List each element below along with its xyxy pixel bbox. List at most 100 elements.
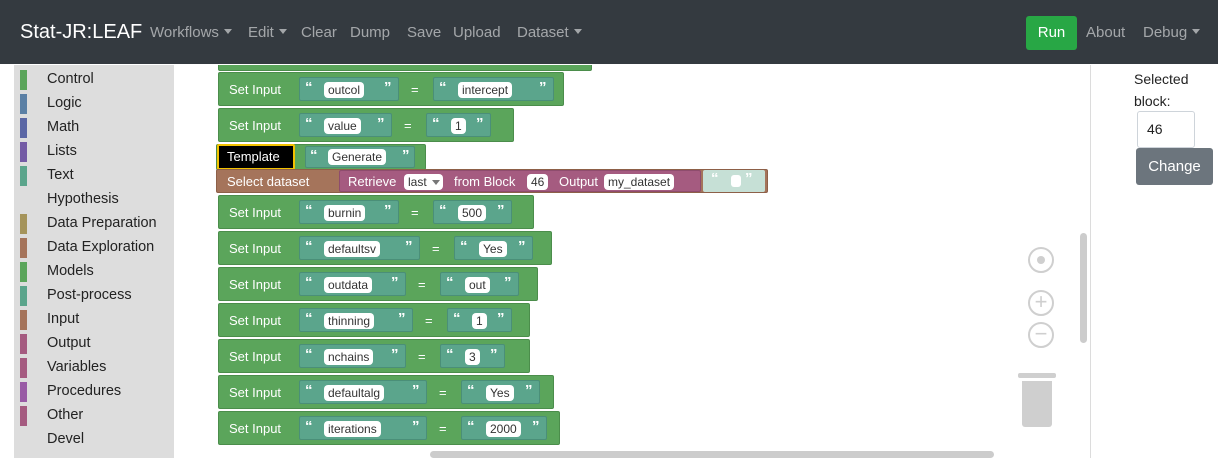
input-key-block[interactable]: “ outdata ”	[299, 272, 406, 296]
input-value-field[interactable]: Yes	[486, 385, 514, 401]
input-key-field[interactable]: outcol	[324, 82, 365, 98]
equals-sign: =	[432, 241, 440, 256]
dataset-menu[interactable]: Dataset	[517, 24, 582, 41]
category-label: Text	[47, 167, 74, 183]
empty-text-field[interactable]	[731, 175, 741, 187]
input-value-block[interactable]: “ 1 ”	[426, 113, 491, 137]
toolbox-category[interactable]: Math	[20, 116, 174, 140]
toolbox-category[interactable]: Devel	[20, 428, 174, 452]
brand-title[interactable]: Stat-JR:LEAF	[20, 21, 142, 44]
blockly-workspace[interactable]: Set Input “ iterations ” = “ 2000 ” Set Input “ de…	[174, 65, 1091, 458]
toolbox-category[interactable]: Control	[20, 68, 174, 92]
select-dataset-block[interactable]: Select dataset Retrieve last from Block …	[216, 169, 768, 193]
input-key-block[interactable]: “ defaultsv ”	[299, 236, 420, 260]
input-key-block[interactable]: “ value ”	[299, 113, 392, 137]
close-quote-icon: ”	[405, 238, 413, 255]
debug-menu[interactable]: Debug	[1143, 24, 1200, 41]
set-input-block[interactable]: Set Input “ defaultsv ” = “ Yes ”	[218, 231, 552, 265]
input-value-field[interactable]: Yes	[479, 241, 507, 257]
clear-menu-item[interactable]: Clear	[301, 24, 337, 41]
equals-sign: =	[411, 205, 419, 220]
input-value-field[interactable]: intercept	[458, 82, 513, 98]
zoom-in-icon[interactable]: +	[1028, 290, 1054, 316]
toolbox-category[interactable]: Output	[20, 332, 174, 356]
toolbox-category[interactable]: Other	[20, 404, 174, 428]
horizontal-scrollbar[interactable]	[430, 451, 994, 458]
input-key-field[interactable]: iterations	[324, 421, 381, 437]
input-value-field[interactable]: 3	[465, 349, 480, 365]
input-value-block[interactable]: “ 500 ”	[433, 200, 512, 224]
change-button[interactable]: Change	[1136, 148, 1213, 185]
close-quote-icon: ”	[398, 310, 406, 327]
input-value-field[interactable]: 2000	[486, 421, 521, 437]
input-value-block[interactable]: “ 3 ”	[440, 344, 505, 368]
toolbox-category[interactable]: Post-process	[20, 284, 174, 308]
set-input-block[interactable]: Set Input “ burnin ” = “ 500 ”	[218, 195, 534, 229]
toolbox-category[interactable]: Hypothesis	[20, 188, 174, 212]
save-menu-item[interactable]: Save	[407, 24, 441, 41]
vertical-scrollbar[interactable]	[1080, 233, 1087, 343]
input-value-block[interactable]: “ 1 ”	[447, 308, 512, 332]
toolbox-category[interactable]: Procedures	[20, 380, 174, 404]
input-key-field[interactable]: defaultsv	[324, 241, 381, 257]
input-key-field[interactable]: defaultalg	[324, 385, 385, 401]
category-color-swatch	[20, 310, 27, 330]
set-input-block[interactable]: Set Input “ iterations ” = “ 2000 ”	[218, 411, 560, 445]
input-value-field[interactable]: 1	[472, 313, 487, 329]
toolbox-category[interactable]: Input	[20, 308, 174, 332]
toolbox-category[interactable]: Data Exploration	[20, 236, 174, 260]
input-key-field[interactable]: nchains	[324, 349, 374, 365]
trash-icon[interactable]	[1018, 373, 1056, 427]
set-input-block[interactable]: Set Input “ thinning ” = “ 1 ”	[218, 303, 530, 337]
toolbox-category[interactable]: Data Preparation	[20, 212, 174, 236]
input-value-field[interactable]: 500	[458, 205, 487, 221]
template-block[interactable]: Template “ Generate ”	[216, 144, 426, 170]
set-input-label: Set Input	[229, 118, 282, 133]
set-input-block[interactable]: Set Input “ outdata ” = “ out ”	[218, 267, 538, 301]
set-input-block[interactable]: Set Input “ outcol ” = “ intercept ”	[218, 72, 564, 106]
template-value-field[interactable]: Generate	[328, 149, 387, 165]
zoom-out-icon[interactable]: −	[1028, 322, 1054, 348]
from-block-field[interactable]: 46	[527, 174, 549, 190]
toolbox-category[interactable]: Variables	[20, 356, 174, 380]
empty-text-block[interactable]: “ ”	[703, 170, 765, 192]
input-key-block[interactable]: “ burnin ”	[299, 200, 399, 224]
input-key-field[interactable]: thinning	[324, 313, 375, 329]
input-key-field[interactable]: outdata	[324, 277, 373, 293]
set-input-block[interactable]: Set Input “ nchains ” = “ 3 ”	[218, 339, 530, 373]
edit-menu[interactable]: Edit	[248, 24, 287, 41]
retrieve-block[interactable]: Retrieve last from Block 46 Output my_da…	[339, 170, 701, 192]
dump-menu-item[interactable]: Dump	[350, 24, 390, 41]
about-menu-item[interactable]: About	[1086, 24, 1125, 41]
category-label: Hypothesis	[47, 191, 119, 207]
toolbox-category[interactable]: Text	[20, 164, 174, 188]
open-quote-icon: “	[446, 346, 454, 363]
input-value-field[interactable]: 1	[451, 118, 466, 134]
output-field[interactable]: my_dataset	[604, 174, 675, 190]
run-button[interactable]: Run	[1026, 16, 1077, 50]
workflows-menu[interactable]: Workflows	[150, 24, 232, 41]
input-value-block[interactable]: “ Yes ”	[454, 236, 533, 260]
input-value-block[interactable]: “ Yes ”	[461, 380, 540, 404]
input-value-block[interactable]: “ 2000 ”	[461, 416, 547, 440]
input-key-field[interactable]: value	[324, 118, 361, 134]
set-input-block[interactable]: Set Input “ value ” = “ 1 ”	[218, 108, 514, 142]
upload-menu-item[interactable]: Upload	[453, 24, 501, 41]
toolbox-category[interactable]: Logic	[20, 92, 174, 116]
input-key-block[interactable]: “ iterations ”	[299, 416, 427, 440]
input-key-field[interactable]: burnin	[324, 205, 366, 221]
input-value-block[interactable]: “ out ”	[440, 272, 519, 296]
input-key-block[interactable]: “ thinning ”	[299, 308, 413, 332]
input-key-block[interactable]: “ outcol ”	[299, 77, 399, 101]
toolbox-category[interactable]: Lists	[20, 140, 174, 164]
input-key-block[interactable]: “ nchains ”	[299, 344, 406, 368]
recenter-icon[interactable]	[1028, 247, 1054, 273]
input-key-block[interactable]: “ defaultalg ”	[299, 380, 427, 404]
template-text-block[interactable]: “ Generate ”	[305, 146, 415, 168]
set-input-block[interactable]: Set Input “ defaultalg ” = “ Yes ”	[218, 375, 554, 409]
selected-block-input[interactable]: 46	[1137, 111, 1195, 148]
input-value-field[interactable]: out	[465, 277, 490, 293]
input-value-block[interactable]: “ intercept ”	[433, 77, 554, 101]
toolbox-category[interactable]: Models	[20, 260, 174, 284]
partial-block-top[interactable]	[218, 65, 592, 71]
